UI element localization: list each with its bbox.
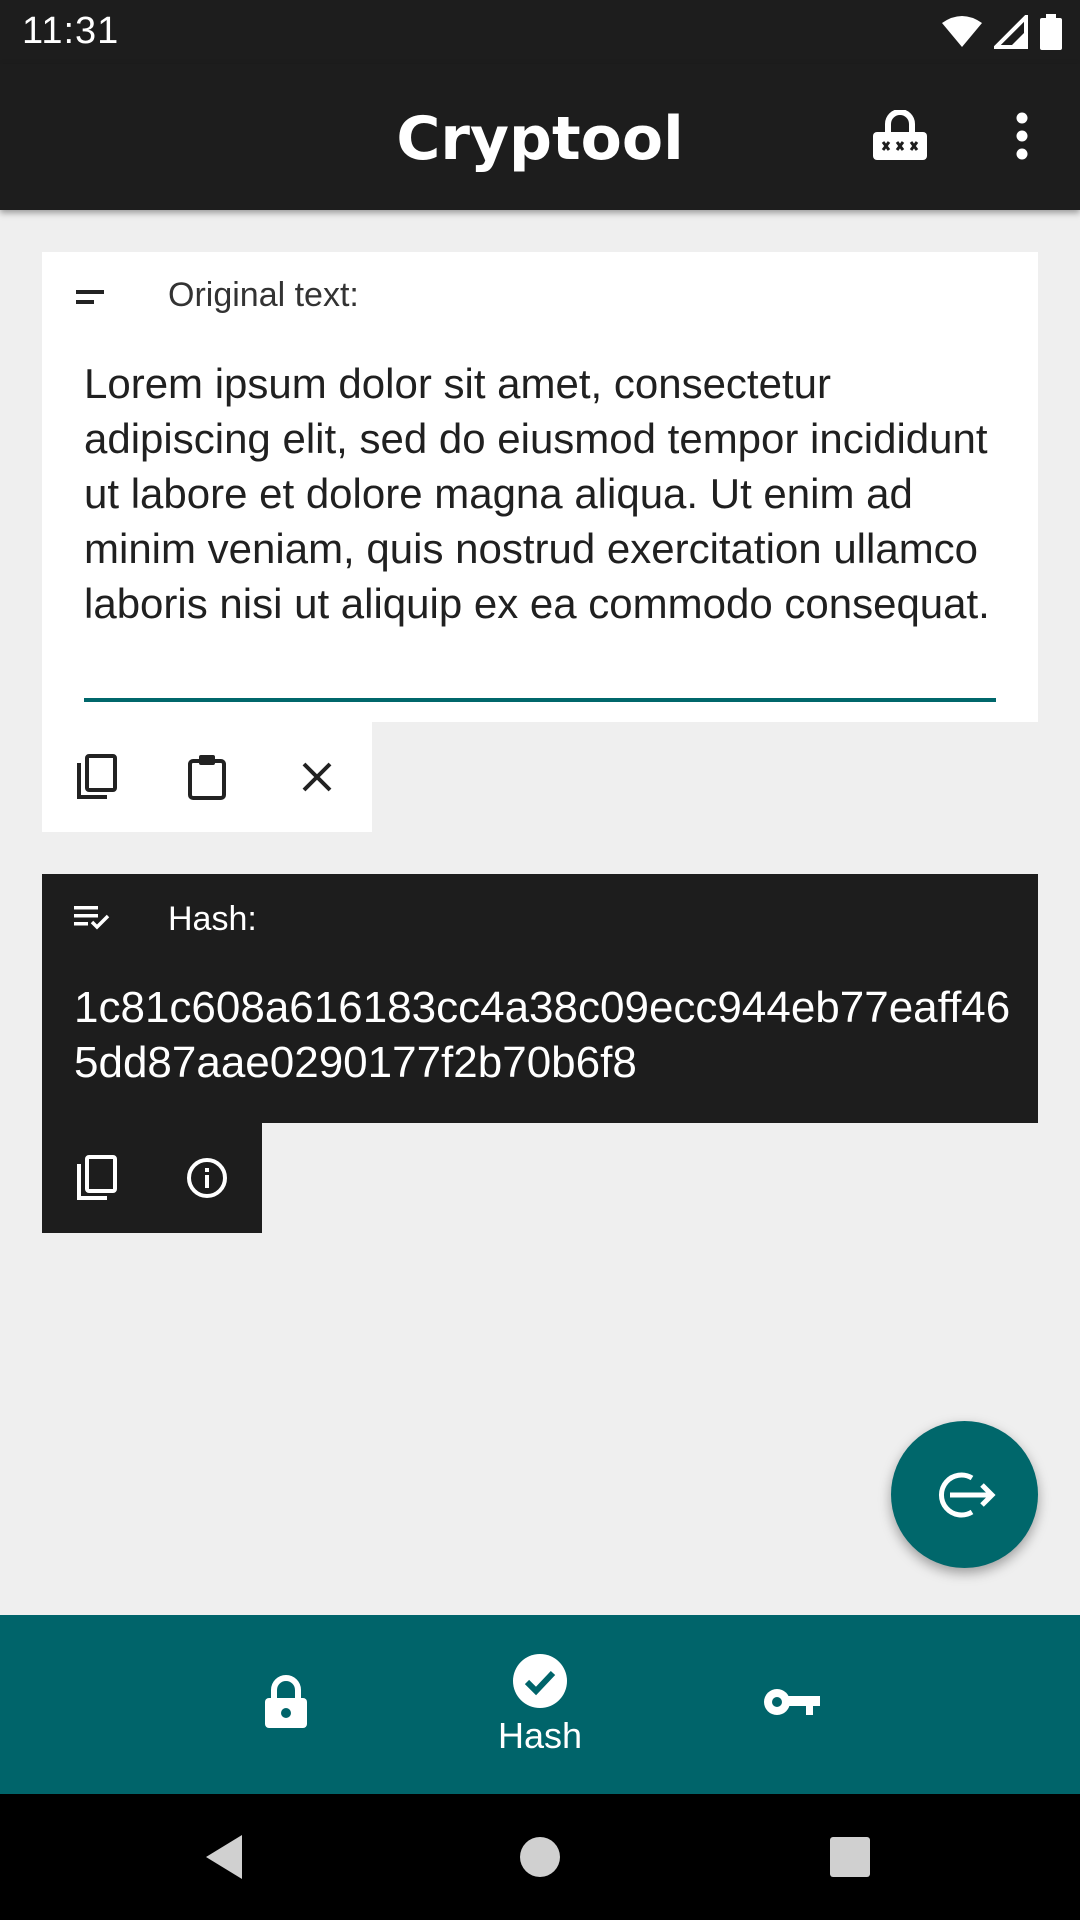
key-icon — [764, 1688, 820, 1715]
nav-keys[interactable] — [692, 1615, 892, 1794]
original-text-card: Original text: Lorem ipsum dolor sit ame… — [42, 252, 1038, 722]
original-text-input[interactable]: Lorem ipsum dolor sit amet, consectetur … — [84, 356, 1004, 631]
hash-card: Hash: 1c81c608a616183cc4a38c09ecc944eb77… — [42, 874, 1038, 1123]
home-icon — [520, 1837, 560, 1877]
back-button[interactable] — [191, 1824, 257, 1890]
clear-button[interactable] — [262, 722, 372, 832]
export-icon — [938, 1472, 996, 1517]
home-button[interactable] — [507, 1824, 573, 1890]
nav-encrypt[interactable] — [186, 1615, 386, 1794]
lock-icon — [265, 1674, 307, 1728]
more-options-button[interactable] — [986, 100, 1058, 172]
original-text-toolbar — [42, 722, 372, 832]
back-icon — [206, 1835, 242, 1879]
bottom-navigation: Hash — [0, 1615, 1080, 1794]
status-bar: 11:31 — [0, 0, 1080, 64]
recents-button[interactable] — [817, 1824, 883, 1890]
paste-button[interactable] — [152, 722, 262, 832]
status-time: 11:31 — [22, 10, 120, 52]
wifi-icon — [942, 16, 982, 47]
battery-icon — [1040, 14, 1062, 50]
copy-icon — [77, 1155, 117, 1200]
clear-icon — [302, 762, 332, 792]
paste-icon — [188, 755, 226, 800]
nav-hash[interactable]: Hash — [440, 1615, 640, 1794]
password-generator-icon — [873, 110, 927, 160]
copy-original-button[interactable] — [42, 722, 152, 832]
original-text-label: Original text: — [168, 276, 359, 314]
short-text-icon — [76, 290, 104, 304]
hash-info-button[interactable] — [152, 1123, 262, 1233]
input-underline — [84, 698, 996, 702]
playlist-check-icon — [74, 906, 110, 930]
more-vert-icon — [1016, 112, 1028, 160]
password-generator-button[interactable] — [864, 100, 936, 172]
copy-hash-button[interactable] — [42, 1123, 152, 1233]
copy-icon — [77, 754, 117, 799]
recents-icon — [830, 1837, 870, 1877]
system-navigation-bar — [0, 1794, 1080, 1920]
hash-toolbar — [42, 1123, 262, 1233]
nav-hash-label: Hash — [497, 1714, 583, 1756]
hash-output: 1c81c608a616183cc4a38c09ecc944eb77eaff46… — [74, 983, 1011, 1087]
hash-label: Hash: — [168, 900, 257, 938]
app-bar: Cryptool — [0, 64, 1080, 210]
export-fab[interactable] — [891, 1421, 1038, 1568]
signal-icon — [994, 15, 1028, 49]
check-circle-icon — [513, 1653, 567, 1708]
status-icons — [942, 12, 1062, 52]
info-icon — [187, 1158, 227, 1198]
